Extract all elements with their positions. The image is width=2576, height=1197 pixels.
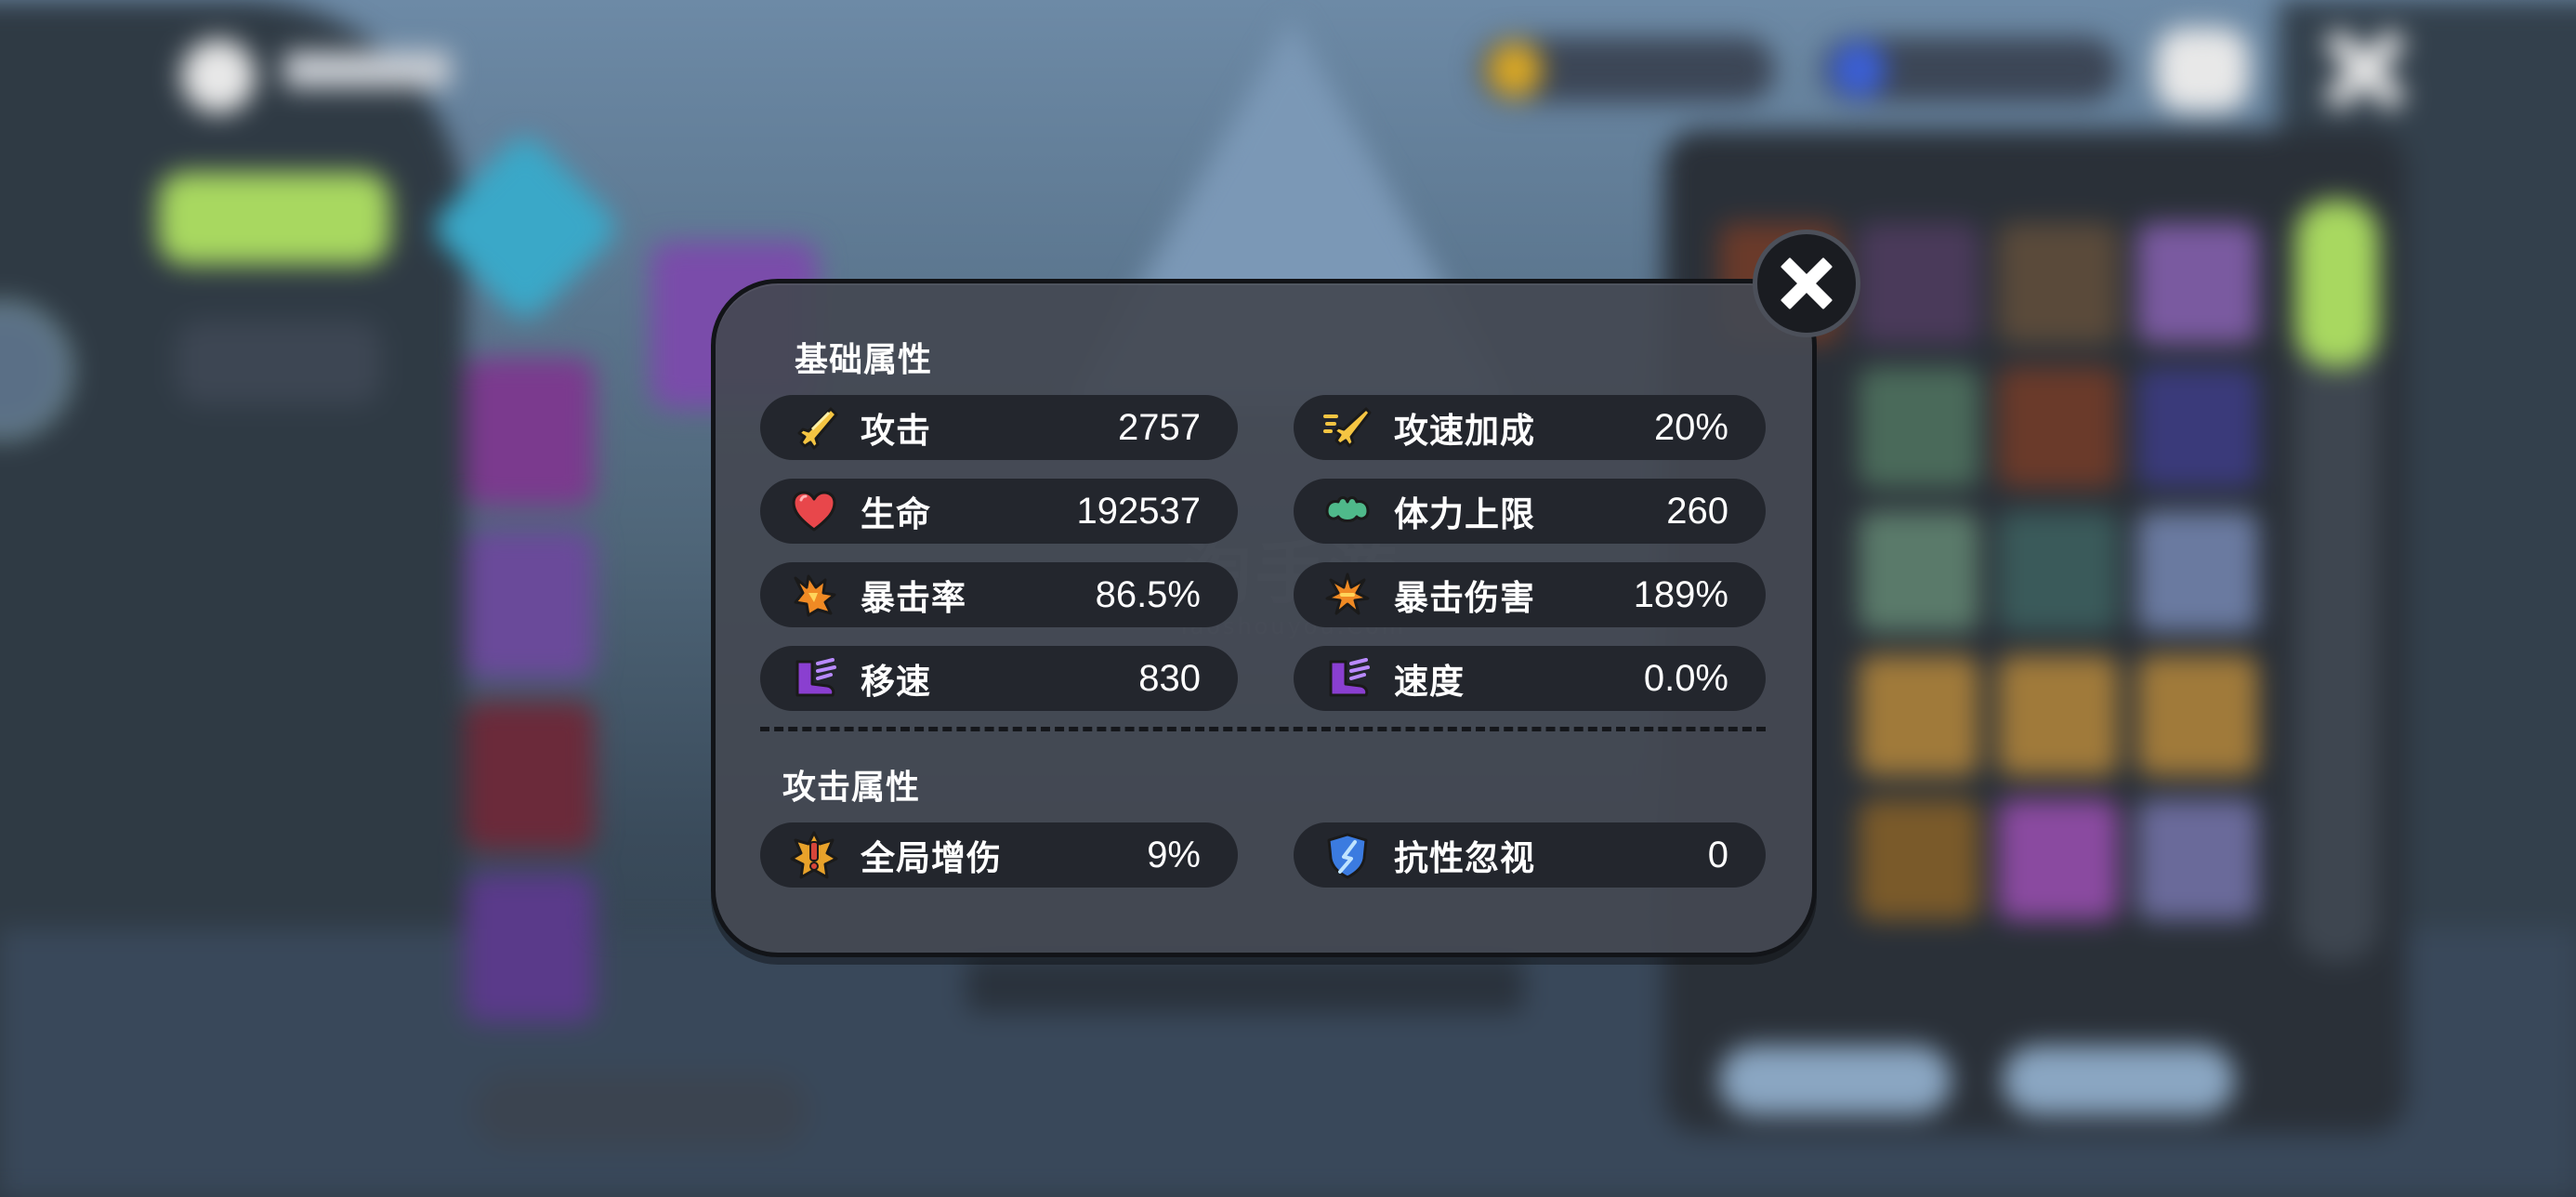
- stat-label: 攻击: [861, 411, 931, 451]
- stat-row-global-damage: 全局增伤 9%: [760, 822, 1238, 888]
- stat-label: 暴击伤害: [1394, 578, 1535, 618]
- stat-value: 2757: [1118, 406, 1201, 448]
- inventory-cell[interactable]: [1998, 511, 2119, 632]
- damage-boost-icon: [788, 829, 840, 881]
- gold-counter: [1478, 37, 1775, 102]
- stat-row-stamina-cap: 体力上限 260: [1294, 479, 1766, 544]
- broken-shield-icon: [1321, 829, 1373, 881]
- stat-row-attack: 攻击 2757: [760, 395, 1238, 460]
- cake-icon[interactable]: [2156, 28, 2249, 112]
- background-tab[interactable]: [177, 321, 381, 404]
- stat-row-move-speed: 移速 830: [760, 646, 1238, 711]
- close-button[interactable]: [1753, 230, 1860, 337]
- inventory-side-tabs[interactable]: [2295, 200, 2379, 962]
- inventory-button[interactable]: [2003, 1046, 2235, 1115]
- stat-value: 9%: [1147, 834, 1201, 875]
- stat-row-crit-damage: 暴击伤害 189%: [1294, 562, 1766, 627]
- section-divider: [760, 727, 1766, 731]
- gem-counter: [1821, 37, 2119, 102]
- equipment-slot[interactable]: [465, 702, 595, 850]
- inventory-cell[interactable]: [2137, 223, 2258, 344]
- stat-label: 体力上限: [1394, 494, 1535, 534]
- stat-label: 速度: [1394, 662, 1465, 702]
- inventory-cell[interactable]: [1998, 223, 2119, 344]
- inventory-cell[interactable]: [2137, 655, 2258, 776]
- winged-boot-icon: [1321, 652, 1373, 704]
- inventory-button[interactable]: [1719, 1046, 1952, 1115]
- background-stat-row: [966, 957, 1524, 1013]
- inventory-side-tab-active[interactable]: [2295, 200, 2379, 367]
- inventory-cell[interactable]: [2137, 799, 2258, 920]
- inventory-cell[interactable]: [1998, 799, 2119, 920]
- crit-burst-icon: [788, 569, 840, 621]
- stat-value: 830: [1138, 657, 1201, 699]
- inventory-cell[interactable]: [2137, 511, 2258, 632]
- stat-value: 0.0%: [1643, 657, 1728, 699]
- stat-label: 抗性忽视: [1394, 838, 1535, 878]
- bottom-toolbar[interactable]: [474, 1073, 808, 1148]
- heart-icon: [788, 485, 840, 537]
- stat-value: 20%: [1653, 406, 1728, 448]
- equipment-slot[interactable]: [465, 530, 595, 678]
- stat-label: 全局增伤: [861, 838, 1002, 878]
- gem-icon: [1831, 42, 1886, 98]
- stat-row-speed: 速度 0.0%: [1294, 646, 1766, 711]
- stat-label: 生命: [861, 494, 931, 534]
- player-avatar[interactable]: [181, 39, 256, 113]
- inventory-cell[interactable]: [1859, 511, 1979, 632]
- inventory-cell[interactable]: [1859, 655, 1979, 776]
- stat-row-crit-rate: 暴击率 86.5%: [760, 562, 1238, 627]
- equipment-slot[interactable]: [465, 358, 595, 506]
- stat-value: 192537: [1076, 490, 1201, 532]
- stat-row-resist-ignore: 抗性忽视 0: [1294, 822, 1766, 888]
- inventory-cell[interactable]: [1998, 655, 2119, 776]
- basic-attributes-title: 基础属性: [795, 341, 933, 379]
- inventory-cell[interactable]: [1859, 799, 1979, 920]
- stat-value: 0: [1707, 834, 1728, 875]
- close-x-icon: [1781, 257, 1833, 309]
- sword-speed-icon: [1321, 401, 1373, 454]
- stat-row-health: 生命 192537: [760, 479, 1238, 544]
- stat-label: 攻速加成: [1394, 411, 1535, 451]
- sword-icon: [788, 401, 840, 454]
- winged-boot-icon: [788, 652, 840, 704]
- stat-row-attack-speed: 攻速加成 20%: [1294, 395, 1766, 460]
- muscle-icon: [1321, 485, 1373, 537]
- crit-damage-icon: [1321, 569, 1373, 621]
- inventory-cell[interactable]: [1998, 367, 2119, 488]
- stat-value: 86.5%: [1095, 573, 1201, 615]
- stat-label: 移速: [861, 662, 931, 702]
- background-tab-active[interactable]: [158, 172, 390, 265]
- stat-value: 189%: [1633, 573, 1728, 615]
- game-screen: 淘手游 Taoshouyou.Com 基础属性 攻击 2757 攻速加成 20%…: [0, 0, 2576, 1197]
- inventory-cell[interactable]: [1859, 367, 1979, 488]
- inventory-cell[interactable]: [1859, 223, 1979, 344]
- stat-value: 260: [1666, 490, 1728, 532]
- attack-attributes-title: 攻击属性: [782, 769, 921, 807]
- stat-label: 暴击率: [861, 578, 966, 618]
- gold-coin-icon: [1487, 42, 1543, 98]
- equipment-slot[interactable]: [465, 874, 595, 1022]
- player-name-blurred: [283, 51, 451, 88]
- inventory-cell[interactable]: [2137, 367, 2258, 488]
